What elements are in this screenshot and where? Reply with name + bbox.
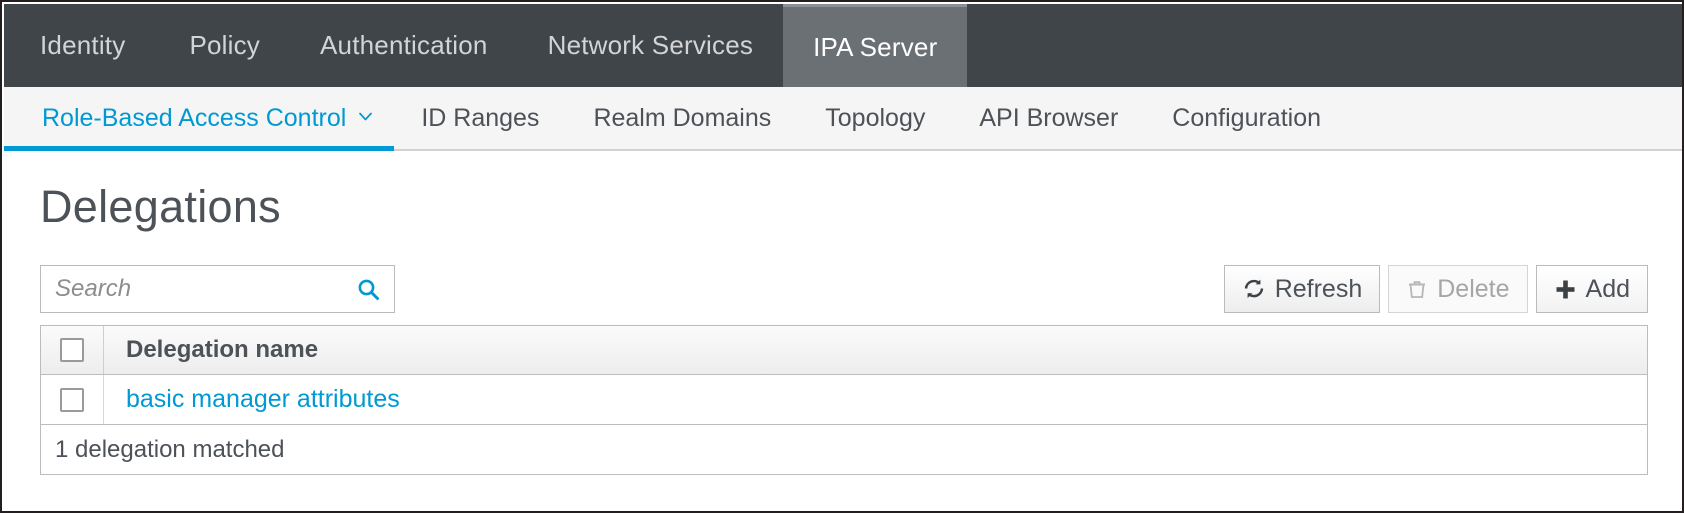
topnav-item-policy[interactable]: Policy [159,4,290,87]
table-footer-row: 1 delegation matched [41,425,1647,475]
select-all-cell [41,326,104,374]
chevron-down-icon [359,110,373,123]
row-select-cell [41,375,104,424]
table-row: basic manager attributes [41,375,1647,425]
column-header-delegation-name[interactable]: Delegation name [104,326,1647,374]
topnav-item-authentication[interactable]: Authentication [290,4,518,87]
app-window: Identity Policy Authentication Network S… [0,0,1684,513]
subnav-item-role-based-access-control[interactable]: Role-Based Access Control [4,87,395,151]
topnav-item-label: Authentication [320,30,488,60]
select-all-checkbox[interactable] [60,338,84,362]
row-checkbox[interactable] [60,387,84,412]
subnav-item-realm-domains[interactable]: Realm Domains [566,87,798,149]
search-button[interactable] [342,266,394,312]
topnav-item-label: Identity [40,30,126,60]
topnav-item-identity[interactable]: Identity [4,4,159,87]
search-icon [356,277,381,302]
plus-icon [1554,278,1577,301]
subnav-item-label: Realm Domains [593,103,772,132]
delegations-table: Delegation name basic manager attributes… [40,325,1648,475]
subnav-item-topology[interactable]: Topology [798,87,952,149]
topnav-item-network-services[interactable]: Network Services [518,4,783,87]
subnav-item-api-browser[interactable]: API Browser [952,87,1145,149]
add-button[interactable]: Add [1535,265,1648,313]
add-label: Add [1585,274,1630,303]
table-toolbar: Refresh Delete [40,265,1648,313]
refresh-label: Refresh [1274,274,1363,303]
delete-label: Delete [1437,274,1510,303]
primary-nav: Identity Policy Authentication Network S… [4,4,1682,87]
subnav-item-label: Topology [825,103,926,132]
page-title: Delegations [40,181,281,232]
search-input[interactable] [41,266,341,312]
subnav-item-label: API Browser [979,103,1119,132]
refresh-button[interactable]: Refresh [1223,265,1381,313]
row-cell-delegation-name: basic manager attributes [104,375,1647,424]
secondary-nav: Role-Based Access Control ID Ranges Real… [4,87,1682,151]
trash-icon [1406,278,1428,300]
topnav-item-label: Network Services [547,30,754,60]
subnav-item-configuration[interactable]: Configuration [1145,87,1348,149]
subnav-item-label: ID Ranges [421,103,540,132]
match-count-label: 1 delegation matched [55,435,285,463]
refresh-icon [1242,277,1266,301]
topnav-item-label: IPA Server [813,31,938,62]
toolbar-actions: Refresh Delete Add [1223,265,1648,313]
search-box [40,265,395,313]
topnav-item-ipa-server[interactable]: IPA Server [783,4,968,87]
subnav-item-label: Configuration [1172,103,1322,132]
main-content: Delegations Search Refresh Delete Add De… [4,151,1682,511]
subnav-item-id-ranges[interactable]: ID Ranges [394,87,566,149]
subnav-item-label: Role-Based Access Control [42,103,347,132]
table-header-row: Delegation name [41,326,1647,375]
delegation-link[interactable]: basic manager attributes [126,385,400,414]
topnav-item-label: Policy [189,30,260,60]
delete-button[interactable]: Delete [1388,265,1528,313]
